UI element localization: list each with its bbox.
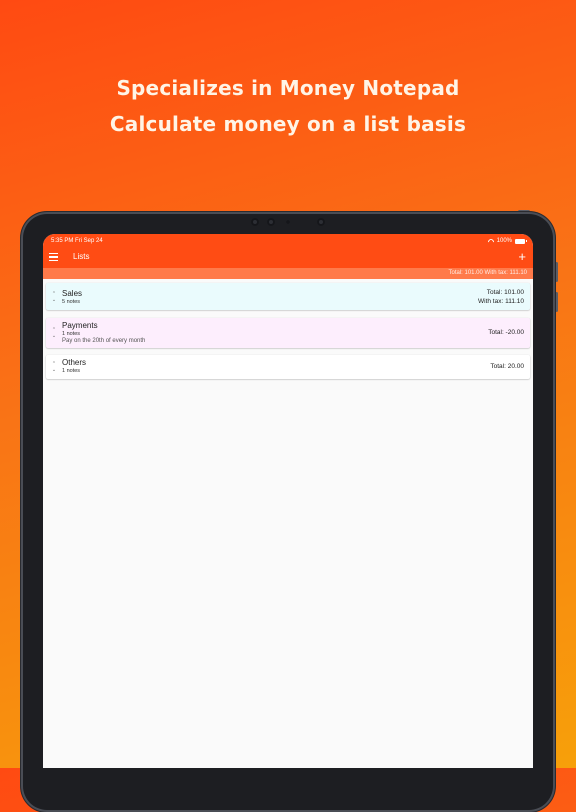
camera-lens-icon: [267, 218, 275, 226]
status-time: 5:35 PM Fri Sep 24: [51, 238, 103, 244]
list-memo: Pay on the 20th of every month: [62, 338, 146, 344]
chevron-up-down-icon[interactable]: ⌃ ⌄: [51, 361, 57, 373]
list-item-payments[interactable]: ⌃ ⌄ Payments 1 notes Pay on the 20th of e…: [46, 318, 530, 348]
summary-bar: Total: 101.00 With tax: 111.10: [43, 268, 533, 279]
list-total: Total: 101.00: [486, 289, 524, 296]
camera-sensor-icon: [286, 220, 290, 224]
list-notes-count: 1 notes: [62, 368, 81, 374]
headline-line-2: Calculate money on a list basis: [109, 112, 467, 136]
list-total: Total: 20.00: [490, 363, 524, 370]
list-name: Payments: [62, 321, 98, 330]
battery-icon: [515, 238, 527, 244]
add-list-button[interactable]: +: [518, 249, 526, 265]
hamburger-menu-icon[interactable]: [49, 253, 58, 261]
battery-percent: 100%: [496, 238, 512, 244]
device-volume-down-button: [555, 292, 558, 312]
app-screen: 5:35 PM Fri Sep 24 100% Lists + Total: 1…: [43, 234, 533, 768]
summary-total: Total: 101.00 With tax: 111.10: [448, 270, 528, 276]
list-name: Others: [62, 358, 87, 367]
chevron-up-down-icon[interactable]: ⌃ ⌄: [51, 291, 57, 303]
list-total: Total: -20.00: [488, 329, 524, 336]
list-totals: Total: 101.00 With tax: 111.10: [478, 288, 524, 306]
wifi-icon: [488, 239, 494, 244]
list-item-others[interactable]: ⌃ ⌄ Others 1 notes Total: 20.00: [46, 355, 530, 379]
list-name: Sales: [62, 289, 83, 298]
status-bar: 5:35 PM Fri Sep 24 100%: [43, 234, 533, 248]
list-item-sales[interactable]: ⌃ ⌄ Sales 5 notes Total: 101.00 With tax:…: [46, 283, 530, 310]
chevron-up-down-icon[interactable]: ⌃ ⌄: [51, 327, 57, 339]
device-volume-up-button: [555, 262, 558, 282]
list-total-with-tax: With tax: 111.10: [477, 298, 524, 305]
page-title: Lists: [73, 252, 90, 261]
headline-line-1: Specializes in Money Notepad: [116, 76, 460, 100]
status-indicators: 100%: [488, 234, 527, 248]
list-notes-count: 1 notes: [62, 331, 81, 337]
camera-lens-icon: [251, 218, 259, 226]
camera-lens-icon: [317, 218, 325, 226]
app-bar: Lists +: [43, 248, 533, 268]
list-notes-count: 5 notes: [62, 299, 81, 305]
